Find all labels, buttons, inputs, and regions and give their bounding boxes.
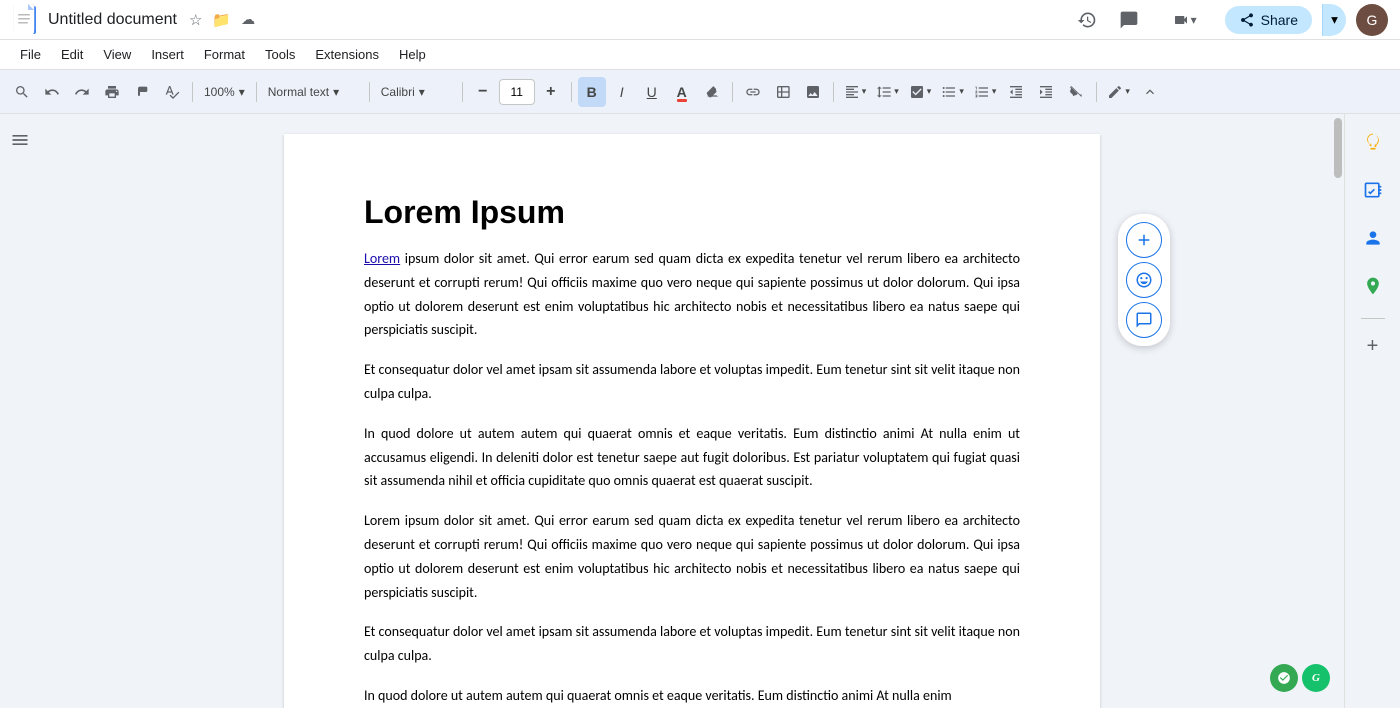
share-label: Share (1261, 12, 1298, 28)
font-size-input[interactable] (499, 79, 535, 105)
sep2 (256, 82, 257, 102)
paragraph-4: Lorem ipsum dolor sit amet. Qui error ea… (364, 509, 1020, 604)
avatar[interactable]: G (1356, 4, 1388, 36)
maps-button[interactable] (1353, 266, 1393, 306)
folder-icon[interactable]: 📁 (212, 11, 231, 29)
text-color-button[interactable]: A (668, 77, 696, 107)
sep5 (571, 82, 572, 102)
indent-decrease-button[interactable] (1002, 77, 1030, 107)
emoji-button[interactable] (1126, 262, 1162, 298)
title-bar: Untitled document ☆ 📁 ☁ ▾ Share ▾ G (0, 0, 1400, 40)
menu-edit[interactable]: Edit (53, 43, 91, 66)
search-button[interactable] (8, 77, 36, 107)
cloud-icon[interactable]: ☁ (241, 11, 255, 28)
paragraph-2: Et consequatur dolor vel amet ipsam sit … (364, 358, 1020, 406)
left-sidebar (0, 114, 40, 708)
bottom-badges: G (1270, 664, 1330, 692)
green-badge[interactable] (1270, 664, 1298, 692)
doc-area[interactable]: Lorem Ipsum Lorem ipsum dolor sit amet. … (40, 114, 1344, 708)
checklist-button[interactable]: ▾ (905, 77, 936, 107)
font-select[interactable]: Calibri ▾ (376, 78, 456, 106)
menu-view[interactable]: View (95, 43, 139, 66)
indent-increase-button[interactable] (1032, 77, 1060, 107)
pen-tool-button[interactable]: ▾ (1103, 77, 1134, 107)
tasks-button[interactable] (1353, 170, 1393, 210)
comments-button[interactable] (1113, 4, 1145, 36)
paragraph-1: Lorem ipsum dolor sit amet. Qui error ea… (364, 247, 1020, 342)
sep7 (833, 82, 834, 102)
font-size-decrease[interactable]: − (469, 77, 497, 107)
title-area: Untitled document ☆ 📁 ☁ (48, 11, 1071, 29)
doc-title-heading: Lorem Ipsum (364, 194, 1020, 231)
undo-button[interactable] (38, 77, 66, 107)
image-button[interactable] (799, 77, 827, 107)
underline-button[interactable]: U (638, 77, 666, 107)
doc-title-row: Untitled document ☆ 📁 ☁ (48, 11, 1071, 29)
align-button[interactable]: ▾ (840, 77, 871, 107)
bold-button[interactable]: B (578, 77, 606, 107)
expand-toolbar-button[interactable] (1136, 77, 1164, 107)
link-button[interactable] (739, 77, 767, 107)
table-button[interactable] (769, 77, 797, 107)
vertical-scrollbar-track[interactable] (1333, 114, 1343, 708)
redo-button[interactable] (68, 77, 96, 107)
outline-toggle[interactable] (6, 126, 34, 159)
doc-page: Lorem Ipsum Lorem ipsum dolor sit amet. … (284, 134, 1100, 708)
paragraph-6: In quod dolore ut autem autem qui quaera… (364, 684, 1020, 708)
comment-button[interactable] (1126, 302, 1162, 338)
share-dropdown-button[interactable]: ▾ (1322, 4, 1346, 36)
menu-format[interactable]: Format (196, 43, 253, 66)
sep3 (369, 82, 370, 102)
sidebar-divider (1361, 318, 1385, 319)
toolbar: 100% ▾ Normal text ▾ Calibri ▾ − + B I U… (0, 70, 1400, 114)
star-icon[interactable]: ☆ (189, 11, 202, 29)
menu-tools[interactable]: Tools (257, 43, 303, 66)
keep-notes-button[interactable] (1353, 122, 1393, 162)
sep8 (1096, 82, 1097, 102)
sep6 (732, 82, 733, 102)
grammarly-badge[interactable]: G (1302, 664, 1330, 692)
print-button[interactable] (98, 77, 126, 107)
body-area: Lorem Ipsum Lorem ipsum dolor sit amet. … (0, 114, 1400, 708)
highlight-button[interactable] (698, 77, 726, 107)
add-sidebar-app[interactable]: + (1367, 335, 1379, 358)
style-select[interactable]: Normal text ▾ (263, 78, 363, 106)
sep1 (192, 82, 193, 102)
right-sidebar: + (1344, 114, 1400, 708)
bullet-list-button[interactable]: ▾ (937, 77, 968, 107)
paragraph-3: In quod dolore ut autem autem qui quaera… (364, 422, 1020, 493)
menu-bar: File Edit View Insert Format Tools Exten… (0, 40, 1400, 70)
font-size-increase[interactable]: + (537, 77, 565, 107)
history-button[interactable] (1071, 4, 1103, 36)
line-spacing-button[interactable]: ▾ (872, 77, 903, 107)
lorem-link[interactable]: Lorem (364, 250, 400, 267)
menu-insert[interactable]: Insert (143, 43, 192, 66)
clear-formatting-button[interactable] (1062, 77, 1090, 107)
menu-file[interactable]: File (12, 43, 49, 66)
paint-format-button[interactable] (128, 77, 156, 107)
vertical-scrollbar-thumb[interactable] (1334, 118, 1342, 178)
share-button[interactable]: Share (1225, 6, 1312, 34)
float-action-panel (1118, 214, 1170, 346)
title-bar-right: ▾ Share ▾ G (1071, 4, 1388, 36)
doc-title[interactable]: Untitled document (48, 11, 177, 29)
docs-icon (12, 4, 40, 36)
menu-help[interactable]: Help (391, 43, 434, 66)
meet-button[interactable]: ▾ (1155, 4, 1215, 36)
italic-button[interactable]: I (608, 77, 636, 107)
add-content-button[interactable] (1126, 222, 1162, 258)
menu-extensions[interactable]: Extensions (307, 43, 387, 66)
contacts-button[interactable] (1353, 218, 1393, 258)
num-list-button[interactable]: ▾ (970, 77, 1001, 107)
sep4 (462, 82, 463, 102)
spell-check-button[interactable] (158, 77, 186, 107)
zoom-select[interactable]: 100% ▾ (199, 78, 250, 106)
paragraph-5: Et consequatur dolor vel amet ipsam sit … (364, 620, 1020, 668)
